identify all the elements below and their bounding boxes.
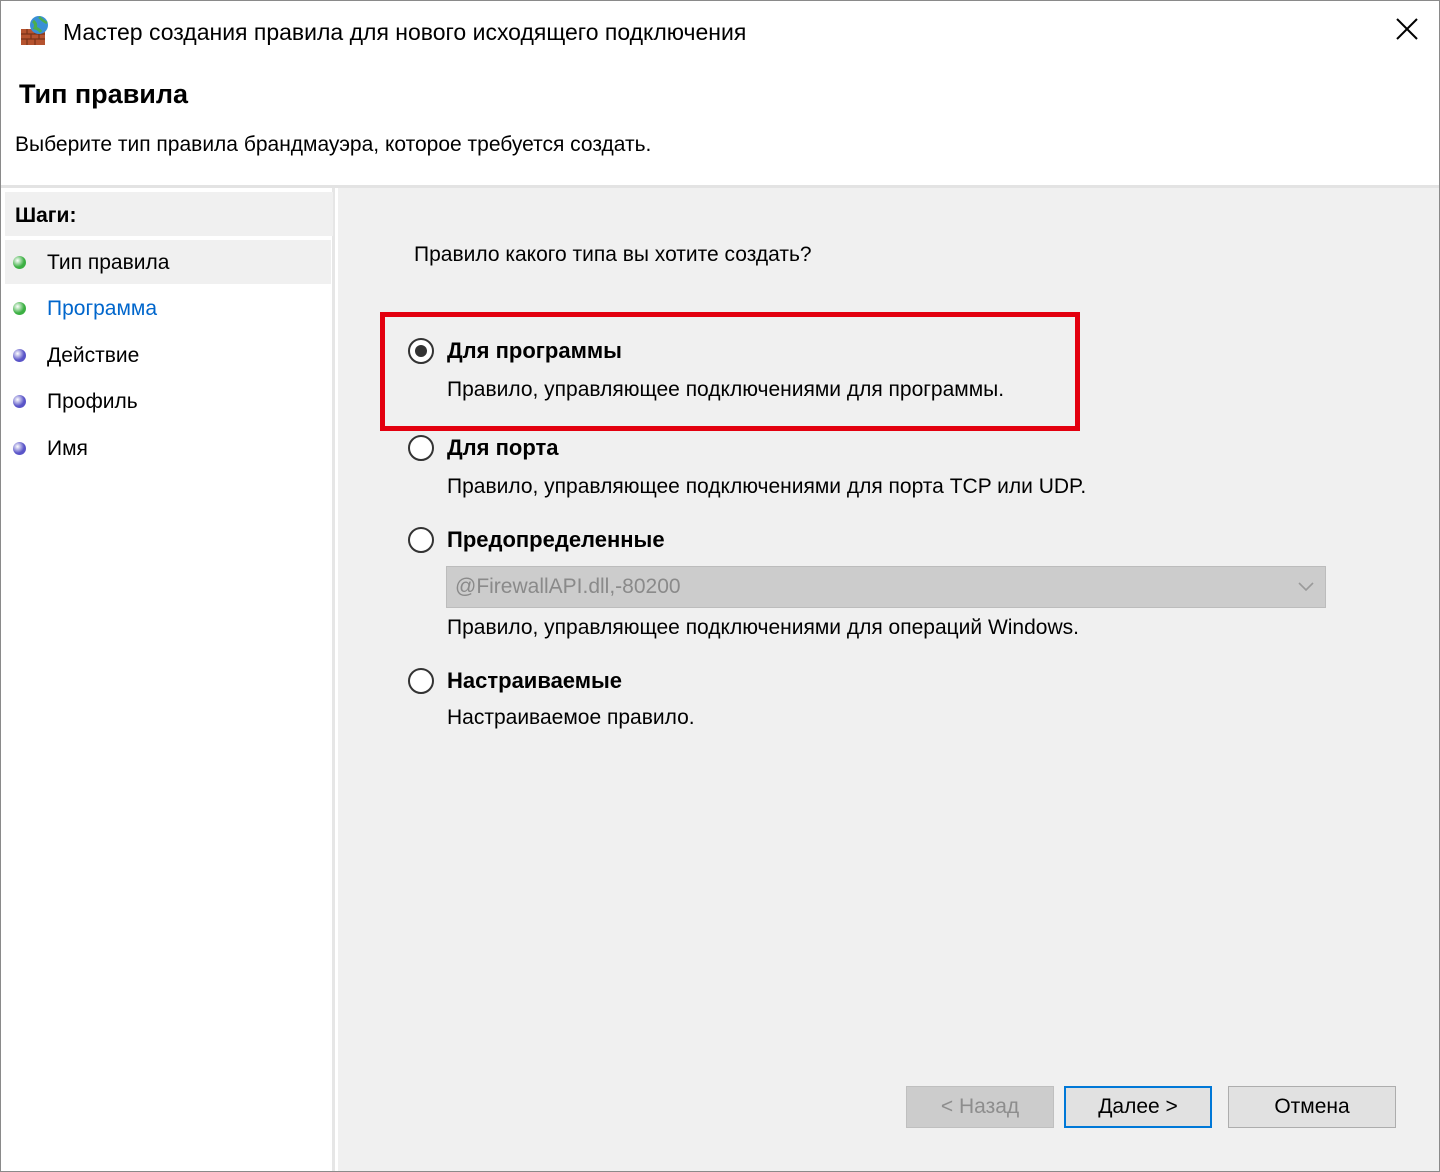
step-status-dot	[13, 349, 26, 362]
step-rule-type: Тип правила	[5, 240, 331, 284]
step-status-dot	[13, 302, 26, 315]
next-button[interactable]: Далее >	[1064, 1086, 1212, 1128]
radio-port[interactable]	[408, 435, 434, 461]
wizard-window: Мастер создания правила для нового исход…	[0, 0, 1440, 1172]
option-description: Правило, управляющее подключениями для о…	[447, 616, 1079, 639]
step-action: Действие	[5, 333, 331, 377]
window-title: Мастер создания правила для нового исход…	[63, 19, 747, 45]
option-description: Правило, управляющее подключениями для п…	[447, 475, 1087, 498]
steps-title: Шаги:	[15, 204, 77, 227]
radio-custom[interactable]	[408, 668, 434, 694]
title-bar: Мастер создания правила для нового исход…	[1, 1, 1439, 63]
step-program[interactable]: Программа	[5, 286, 331, 330]
chevron-down-icon	[1297, 579, 1315, 593]
step-label: Профиль	[47, 390, 138, 413]
cancel-button[interactable]: Отмена	[1228, 1086, 1396, 1128]
option-description: Настраиваемое правило.	[447, 706, 695, 729]
close-icon	[1395, 17, 1419, 46]
back-button[interactable]: < Назад	[906, 1086, 1054, 1128]
rule-type-question: Правило какого типа вы хотите создать?	[414, 243, 812, 266]
step-name: Имя	[5, 426, 331, 470]
option-label[interactable]: Для порта	[447, 435, 558, 461]
main-content: Правило какого типа вы хотите создать? Д…	[338, 188, 1439, 1171]
radio-program[interactable]	[408, 338, 434, 364]
steps-header: Шаги:	[5, 192, 333, 236]
highlight-box	[380, 312, 1080, 431]
step-label: Имя	[47, 437, 88, 460]
option-description: Правило, управляющее подключениями для п…	[447, 378, 1005, 401]
radio-predefined[interactable]	[408, 527, 434, 553]
step-profile: Профиль	[5, 379, 331, 423]
page-title: Тип правила	[19, 79, 189, 109]
firewall-icon	[19, 15, 51, 47]
step-label[interactable]: Программа	[47, 297, 157, 321]
step-status-dot	[13, 442, 26, 455]
close-button[interactable]	[1385, 9, 1429, 53]
radio-selected-dot	[415, 345, 427, 357]
page-subtitle: Выберите тип правила брандмауэра, которо…	[15, 133, 652, 156]
steps-sidebar: Шаги: Тип правила Программа Действие Про…	[1, 188, 335, 1171]
option-label[interactable]: Предопределенные	[447, 527, 665, 553]
step-status-dot	[13, 395, 26, 408]
option-label[interactable]: Для программы	[447, 338, 622, 364]
step-status-dot	[13, 256, 26, 269]
dropdown-value: @FirewallAPI.dll,-80200	[455, 575, 681, 598]
step-label: Действие	[47, 344, 140, 367]
predefined-rules-dropdown[interactable]: @FirewallAPI.dll,-80200	[446, 566, 1326, 608]
wizard-header: Тип правила Выберите тип правила брандма…	[1, 63, 1439, 185]
option-label[interactable]: Настраиваемые	[447, 668, 622, 694]
step-label: Тип правила	[47, 251, 170, 274]
